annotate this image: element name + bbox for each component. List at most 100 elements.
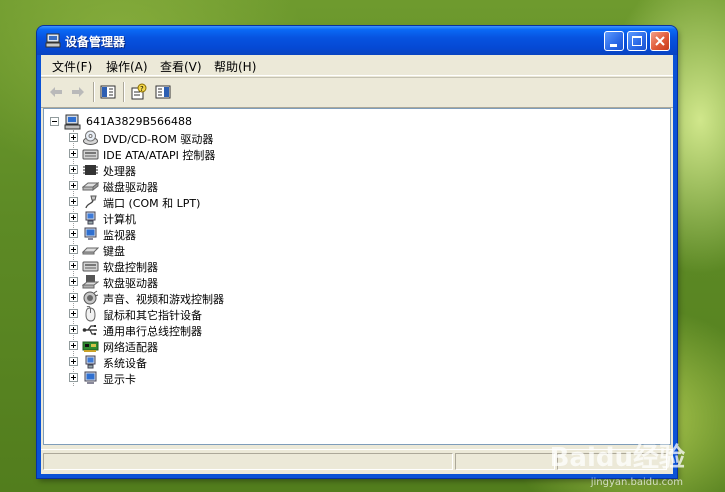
tree-item-label: 通用串行总线控制器 bbox=[103, 325, 202, 338]
menu-view[interactable]: 查看(V) bbox=[160, 58, 202, 75]
tree-item-mouse[interactable]: 鼠标和其它指针设备 bbox=[44, 306, 670, 322]
menu-action[interactable]: 操作(A) bbox=[106, 58, 148, 75]
tree-item-label: 软盘驱动器 bbox=[103, 277, 158, 290]
expand-toggle[interactable] bbox=[69, 357, 78, 366]
tree-item-ide[interactable]: IDE ATA/ATAPI 控制器 bbox=[44, 146, 670, 162]
expand-toggle[interactable] bbox=[69, 149, 78, 158]
expand-toggle[interactable] bbox=[69, 165, 78, 174]
forward-arrow-icon bbox=[72, 87, 84, 97]
port-icon bbox=[85, 195, 97, 209]
tree-item-label: 处理器 bbox=[103, 165, 136, 178]
tree-item-network[interactable]: 网络适配器 bbox=[44, 338, 670, 354]
tree-item-label: 磁盘驱动器 bbox=[103, 181, 158, 194]
device-manager-window: 设备管理器 文件(F) 操作(A) 查看(V) 帮助(H) ? 641A3829… bbox=[37, 26, 677, 478]
ide-controller-icon bbox=[82, 149, 99, 160]
usb-icon bbox=[82, 325, 97, 336]
tree-item-label: 计算机 bbox=[103, 213, 136, 226]
maximize-icon bbox=[632, 36, 642, 46]
floppy-drive-icon bbox=[82, 275, 99, 289]
tree-item-keyboard[interactable]: 键盘 bbox=[44, 242, 670, 258]
expand-toggle[interactable] bbox=[69, 245, 78, 254]
device-tree-pane[interactable]: 641A3829B566488 DVD/CD-ROM 驱动器 IDE ATA/A… bbox=[43, 108, 671, 445]
root-computer-name: 641A3829B566488 bbox=[86, 115, 193, 128]
status-cell-secondary bbox=[455, 453, 555, 470]
expand-toggle[interactable] bbox=[69, 309, 78, 318]
back-button[interactable] bbox=[47, 83, 65, 101]
tree-item-port[interactable]: 端口 (COM 和 LPT) bbox=[44, 194, 670, 210]
device-manager-icon bbox=[45, 33, 61, 48]
computer-icon bbox=[85, 211, 96, 225]
disk-drive-icon bbox=[82, 181, 99, 192]
window-client-area: 文件(F) 操作(A) 查看(V) 帮助(H) ? 641A3829B56648… bbox=[41, 55, 673, 474]
expand-toggle[interactable] bbox=[69, 373, 78, 382]
menu-bar: 文件(F) 操作(A) 查看(V) 帮助(H) bbox=[41, 55, 673, 76]
expand-toggle[interactable] bbox=[69, 341, 78, 350]
display-adapter-icon bbox=[84, 371, 97, 384]
expand-toggle[interactable] bbox=[69, 181, 78, 190]
forward-button[interactable] bbox=[69, 83, 87, 101]
show-hide-console-tree-button[interactable] bbox=[99, 83, 117, 101]
expand-toggle[interactable] bbox=[69, 277, 78, 286]
tree-item-label: DVD/CD-ROM 驱动器 bbox=[103, 133, 214, 146]
properties-help-button[interactable]: ? bbox=[130, 83, 148, 101]
tree-item-label: 端口 (COM 和 LPT) bbox=[103, 197, 201, 210]
tree-item-disk[interactable]: 磁盘驱动器 bbox=[44, 178, 670, 194]
tree-item-label: 系统设备 bbox=[103, 357, 147, 370]
minimize-icon bbox=[610, 44, 617, 47]
properties-help-icon: ? bbox=[131, 83, 147, 100]
tree-item-label: 键盘 bbox=[103, 245, 125, 258]
tree-item-computer[interactable]: 计算机 bbox=[44, 210, 670, 226]
tree-item-floppy-controller[interactable]: 软盘控制器 bbox=[44, 258, 670, 274]
tree-item-label: 声音、视频和游戏控制器 bbox=[103, 293, 224, 306]
menu-file[interactable]: 文件(F) bbox=[52, 58, 92, 75]
menu-help[interactable]: 帮助(H) bbox=[214, 58, 256, 75]
system-device-icon bbox=[85, 355, 96, 369]
close-icon bbox=[655, 36, 665, 46]
tree-item-sound-video-game[interactable]: 声音、视频和游戏控制器 bbox=[44, 290, 670, 306]
computer-root-icon bbox=[64, 114, 81, 130]
expand-toggle[interactable] bbox=[69, 213, 78, 222]
close-button[interactable] bbox=[650, 31, 670, 51]
toolbar: ? bbox=[41, 77, 673, 108]
baidu-jingyan-watermark: Baidu经验 bbox=[549, 443, 685, 473]
processor-icon bbox=[83, 165, 98, 175]
tree-item-label: 监视器 bbox=[103, 229, 136, 242]
cdrom-drive-icon bbox=[83, 130, 98, 145]
tree-item-label: 鼠标和其它指针设备 bbox=[103, 309, 202, 322]
show-hide-action-pane-icon bbox=[155, 85, 171, 99]
tree-item-system[interactable]: 系统设备 bbox=[44, 354, 670, 370]
tree-item-label: 软盘控制器 bbox=[103, 261, 158, 274]
expand-toggle[interactable] bbox=[69, 261, 78, 270]
expand-toggle[interactable] bbox=[69, 133, 78, 142]
tree-item-monitor[interactable]: 监视器 bbox=[44, 226, 670, 242]
window-title: 设备管理器 bbox=[65, 35, 126, 49]
watermark-url: jingyan.baidu.com bbox=[590, 477, 683, 488]
expand-toggle[interactable] bbox=[69, 293, 78, 302]
tree-item-processor[interactable]: 处理器 bbox=[44, 162, 670, 178]
tree-item-cdrom[interactable]: DVD/CD-ROM 驱动器 bbox=[44, 130, 670, 146]
tree-item-display[interactable]: 显示卡 bbox=[44, 370, 670, 386]
tree-item-floppy-drive[interactable]: 软盘驱动器 bbox=[44, 274, 670, 290]
svg-text:?: ? bbox=[140, 85, 144, 93]
expand-toggle[interactable] bbox=[69, 325, 78, 334]
floppy-controller-icon bbox=[82, 261, 99, 272]
toolbar-separator bbox=[93, 82, 95, 102]
expand-toggle[interactable] bbox=[69, 197, 78, 206]
mouse-icon bbox=[85, 306, 96, 322]
toolbar-separator bbox=[123, 82, 125, 102]
minimize-button[interactable] bbox=[604, 31, 624, 51]
maximize-button[interactable] bbox=[627, 31, 647, 51]
keyboard-icon bbox=[82, 247, 99, 255]
expand-toggle[interactable] bbox=[69, 229, 78, 238]
show-hide-console-tree-icon bbox=[100, 85, 116, 99]
monitor-icon bbox=[84, 227, 97, 240]
tree-item-label: 显示卡 bbox=[103, 373, 136, 386]
network-adapter-icon bbox=[82, 341, 99, 352]
show-hide-action-pane-button[interactable] bbox=[154, 83, 172, 101]
title-bar[interactable]: 设备管理器 bbox=[37, 26, 677, 55]
tree-item-label: 网络适配器 bbox=[103, 341, 158, 354]
tree-item-label: IDE ATA/ATAPI 控制器 bbox=[103, 149, 216, 162]
tree-item-usb[interactable]: 通用串行总线控制器 bbox=[44, 322, 670, 338]
status-cell-main bbox=[43, 453, 453, 470]
collapse-toggle[interactable] bbox=[50, 117, 59, 126]
